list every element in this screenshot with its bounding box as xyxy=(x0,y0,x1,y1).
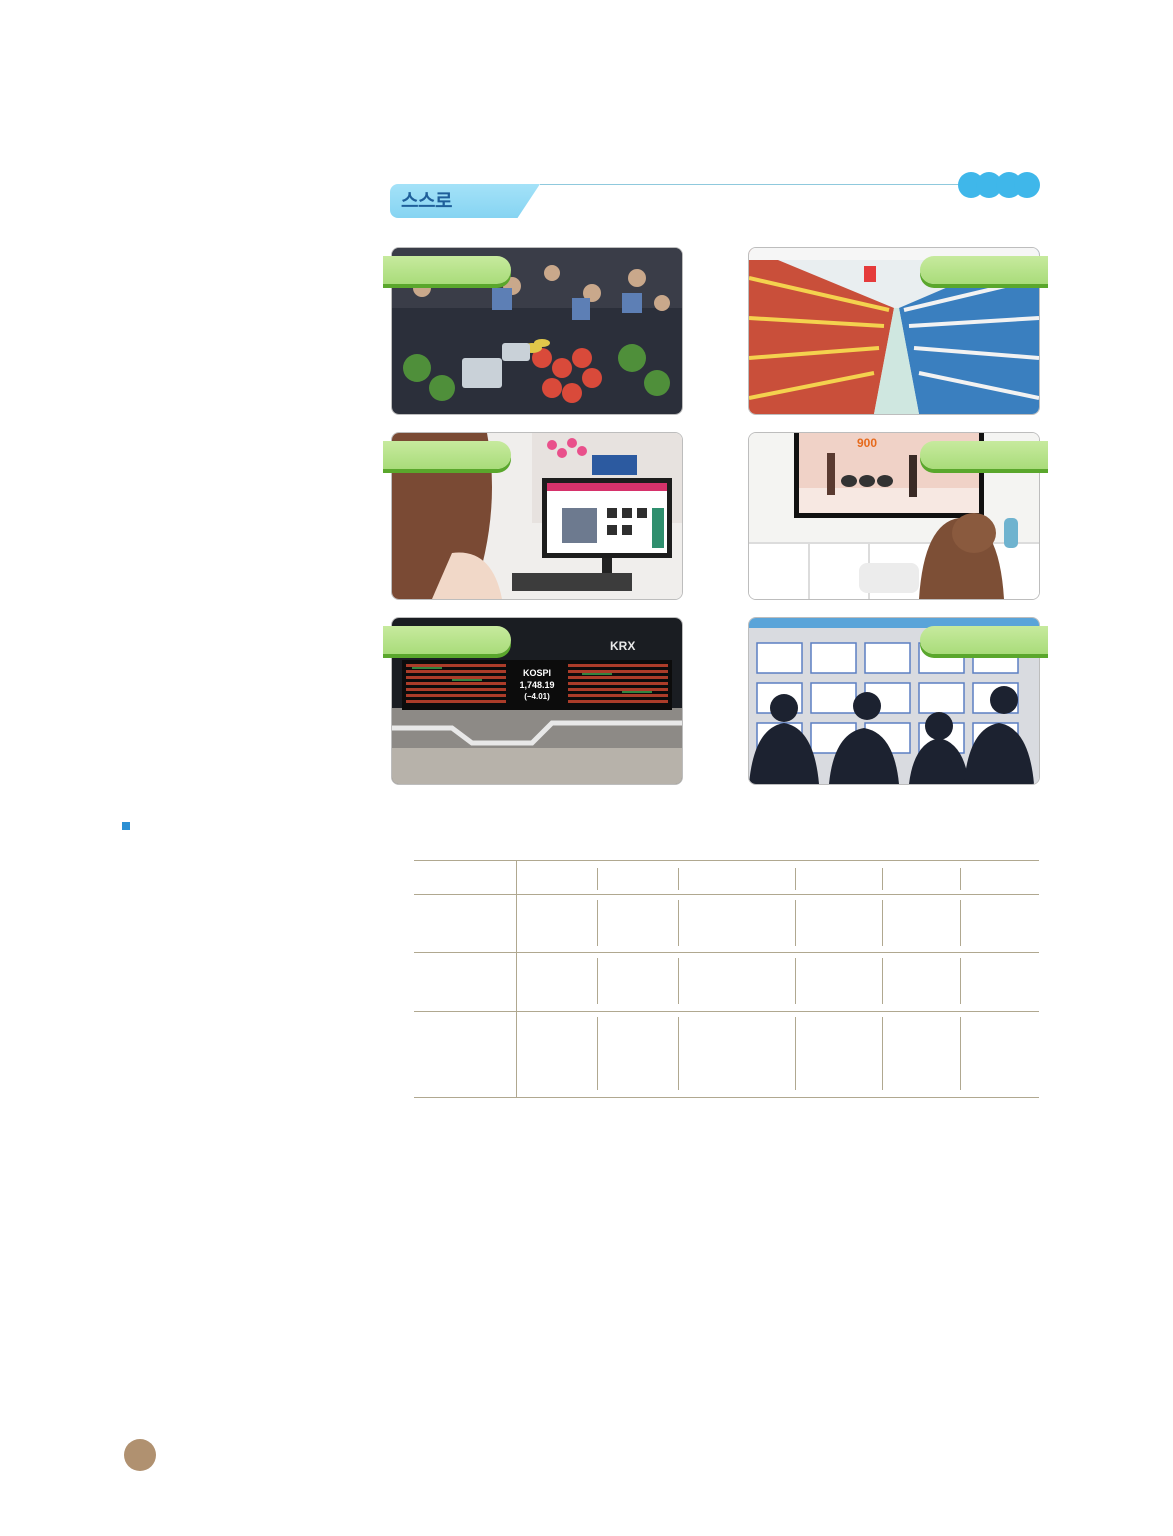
job-fair-label-ribbon xyxy=(920,626,1048,654)
stock-exchange-label-ribbon xyxy=(383,626,511,654)
krx-logo-text: KRX xyxy=(610,639,635,653)
online-shopping-label-ribbon xyxy=(383,441,511,469)
kospi-value: 1,748.19 xyxy=(519,680,554,690)
header-rule xyxy=(540,184,960,185)
bullet-marker xyxy=(122,822,130,830)
market-label-ribbon xyxy=(383,256,511,284)
kospi-change: (−4.01) xyxy=(524,692,550,701)
header-dots-badge xyxy=(958,172,1040,198)
tv-price-sign: 900 xyxy=(857,436,877,450)
page-number-badge xyxy=(124,1439,156,1471)
kospi-label: KOSPI xyxy=(523,668,551,678)
supermarket-label-ribbon xyxy=(920,256,1048,284)
tv-shopping-label-ribbon xyxy=(920,441,1048,469)
worksheet-table xyxy=(414,860,1039,1098)
section-tab-label: 스스로 xyxy=(401,190,452,212)
